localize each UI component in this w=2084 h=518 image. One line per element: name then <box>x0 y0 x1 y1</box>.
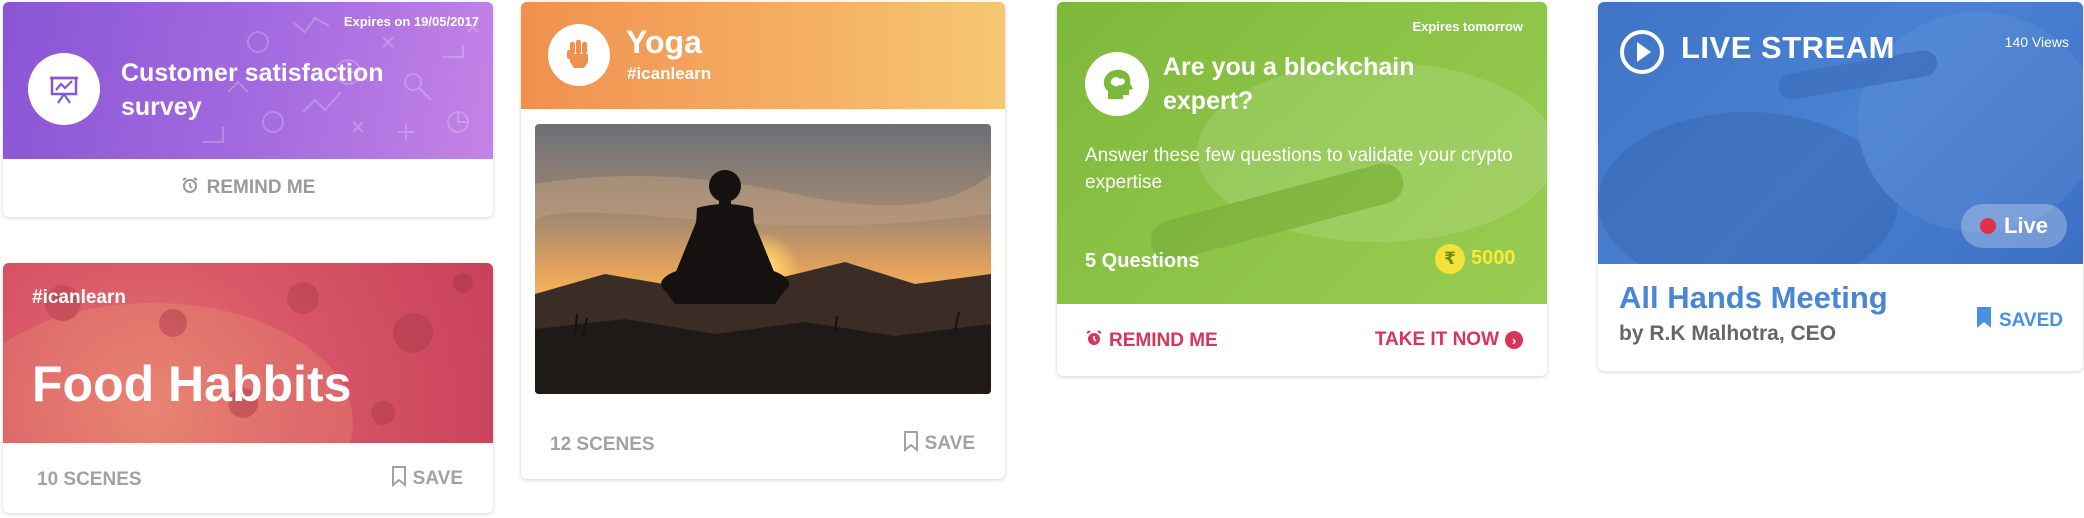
yoga-image[interactable] <box>535 124 991 394</box>
live-dot-icon <box>1979 218 1996 234</box>
raised-fist-icon <box>548 24 610 86</box>
food-card[interactable]: #icanlearn Food Habbits 10 SCENES SAVE <box>3 263 493 513</box>
live-badge: Live <box>1961 204 2067 248</box>
brain-head-icon <box>1085 52 1149 116</box>
live-stream-card[interactable]: LIVE STREAM 140 Views Live All Hands Mee… <box>1598 2 2083 371</box>
hashtag-label[interactable]: #icanlearn <box>627 64 711 84</box>
quiz-card[interactable]: Expires tomorrow Are you a blockchain ex… <box>1057 2 1547 376</box>
bookmark-outline-icon <box>903 430 919 458</box>
yoga-title[interactable]: Yoga <box>626 24 702 61</box>
saved-button[interactable]: SAVED <box>1975 306 2063 336</box>
quiz-card-header: Expires tomorrow Are you a blockchain ex… <box>1057 2 1547 304</box>
save-button[interactable]: SAVE <box>391 465 463 493</box>
take-it-now-label: TAKE IT NOW <box>1374 329 1499 350</box>
survey-card-header: Expires on 19/05/2017 Customer satisfact… <box>3 2 493 159</box>
presentation-chart-icon <box>28 53 100 125</box>
bookmark-filled-icon <box>1975 306 1993 336</box>
save-label: SAVE <box>924 433 975 454</box>
reward-points: 5000 <box>1471 247 1516 269</box>
rupee-coin-icon: ₹ <box>1435 244 1465 274</box>
survey-card[interactable]: Expires on 19/05/2017 Customer satisfact… <box>3 2 493 217</box>
live-label: Live <box>2003 213 2049 238</box>
take-it-now-button[interactable]: TAKE IT NOW › <box>1375 329 1523 351</box>
view-count: 140 Views <box>2004 34 2069 50</box>
yoga-card-header: Yoga #icanlearn <box>521 2 1005 109</box>
saved-label: SAVED <box>1998 310 2063 331</box>
expiry-label: Expires tomorrow <box>1412 19 1523 34</box>
remind-me-button[interactable]: REMIND ME <box>3 159 493 217</box>
remind-me-label: REMIND ME <box>206 177 316 198</box>
remind-me-label: REMIND ME <box>1109 330 1218 351</box>
scene-count: 12 SCENES <box>550 434 655 455</box>
presenter-label: by R.K Malhotra, CEO <box>1619 322 1837 345</box>
save-button[interactable]: SAVE <box>903 430 975 458</box>
survey-title[interactable]: Customer satisfaction survey <box>121 56 441 124</box>
meeting-title[interactable]: All Hands Meeting <box>1619 280 1888 316</box>
alarm-clock-icon <box>1085 329 1103 353</box>
food-title[interactable]: Food Habbits <box>32 355 351 413</box>
live-stream-preview[interactable]: LIVE STREAM 140 Views Live <box>1598 2 2083 264</box>
play-circle-icon <box>1618 28 1666 81</box>
scene-count: 10 SCENES <box>37 469 142 490</box>
save-label: SAVE <box>412 468 463 489</box>
expiry-label: Expires on 19/05/2017 <box>343 14 479 29</box>
food-card-banner: #icanlearn Food Habbits <box>3 263 493 443</box>
bookmark-outline-icon <box>391 465 407 493</box>
quiz-description: Answer these few questions to validate y… <box>1085 145 1513 193</box>
yoga-card[interactable]: Yoga #icanlearn 12 SCENES SAVE <box>521 2 1005 479</box>
alarm-clock-icon <box>181 176 199 200</box>
food-card-footer: 10 SCENES SAVE <box>3 443 493 513</box>
remind-me-button[interactable]: REMIND ME <box>1085 329 1218 353</box>
live-stream-title: LIVE STREAM <box>1681 30 1895 65</box>
question-count: 5 Questions <box>1085 250 1200 272</box>
hashtag-label[interactable]: #icanlearn <box>32 287 126 309</box>
chevron-right-icon: › <box>1505 331 1523 349</box>
quiz-title[interactable]: Are you a blockchain expert? <box>1163 50 1483 118</box>
